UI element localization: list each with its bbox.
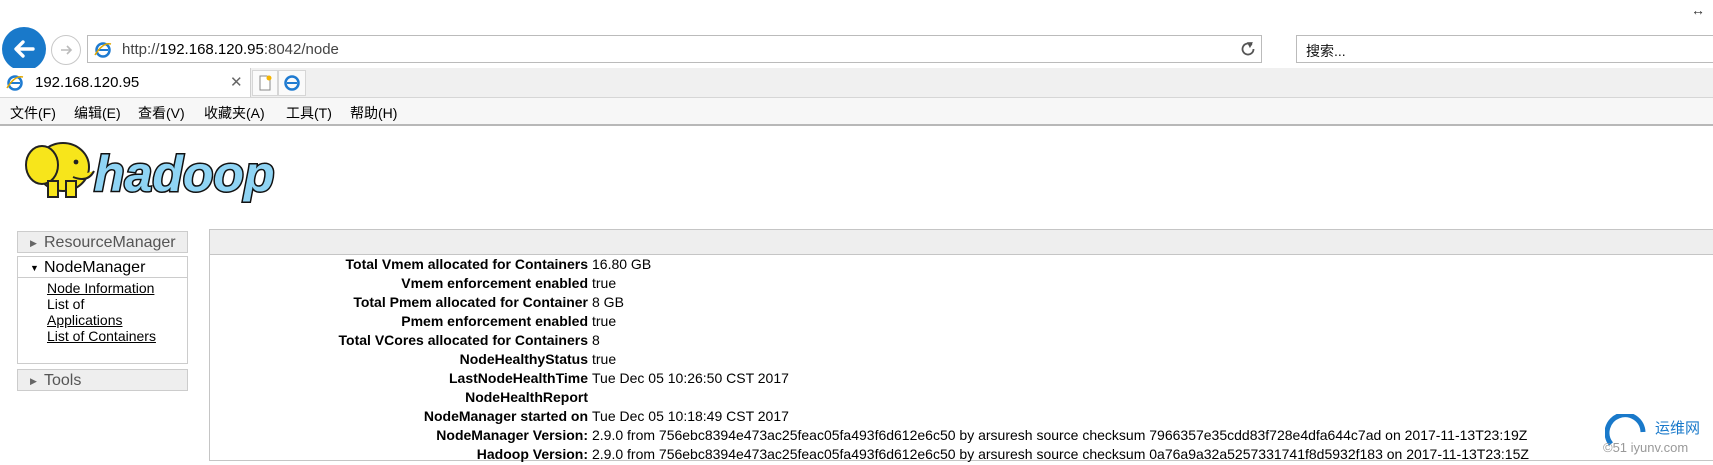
info-row: Total Vmem allocated for Containers 16.80… <box>210 256 1713 275</box>
watermark-subtext: ©51 iyunv.com <box>1603 440 1689 455</box>
address-bar[interactable]: http://192.168.120.95:8042/node ▼ <box>87 35 1262 63</box>
sidebar-item-label: Tools <box>44 372 82 389</box>
sidebar-item-resourcemanager[interactable]: ▶ ResourceManager <box>17 231 188 253</box>
node-info-panel: Total Vmem allocated for Containers 16.80… <box>209 229 1713 462</box>
info-row-key: NodeManager Version: <box>436 427 588 443</box>
info-row-key: Total VCores allocated for Containers <box>338 332 588 348</box>
info-row-value: true <box>592 351 617 367</box>
tab-close-icon[interactable]: ✕ <box>230 73 243 91</box>
info-row: LastNodeHealthTime Tue Dec 05 10:26:50 CS… <box>210 370 1713 389</box>
info-row-key: NodeHealthyStatus <box>459 351 588 367</box>
ie-tab-icon <box>6 75 24 91</box>
info-row-key: NodeManager started on <box>423 408 588 424</box>
info-row: NodeManager Version: 2.9.0 from 756ebc839… <box>210 427 1713 446</box>
back-arrow-icon <box>14 40 35 58</box>
info-row-key: NodeHealthReport <box>465 389 588 405</box>
info-row-key: LastNodeHealthTime <box>449 370 588 386</box>
info-row-value: true <box>592 313 617 329</box>
info-row: Total VCores allocated for Containers 8 <box>210 332 1713 351</box>
collapsed-arrow-icon: ▶ <box>30 376 37 386</box>
info-row: Pmem enforcement enabled true <box>210 313 1713 332</box>
new-tab-icon <box>259 75 272 91</box>
tab-bar: 192.168.120.95 ✕ <box>0 68 1713 98</box>
info-row-value: Tue Dec 05 10:18:49 CST 2017 <box>592 408 789 424</box>
link-list-of-applications-2[interactable]: Applications <box>47 312 123 329</box>
tab-title: 192.168.120.95 <box>35 74 140 91</box>
link-list-of-applications[interactable]: List of <box>47 296 84 313</box>
sidebar-nav: ▶ ResourceManager ▼ NodeManager Node Inf… <box>17 231 188 391</box>
info-row: NodeManager started on Tue Dec 05 10:18:4… <box>210 408 1713 427</box>
info-row-value: Tue Dec 05 10:26:50 CST 2017 <box>592 370 789 386</box>
ie-icon <box>94 42 112 58</box>
browser-toolbar: http://192.168.120.95:8042/node ▼ 搜索... … <box>0 0 1713 71</box>
info-row-value: 16.80 GB <box>592 256 652 272</box>
ie-logo-icon <box>284 75 300 91</box>
menu-tools[interactable]: 工具(T) <box>286 103 332 123</box>
sidebar-item-nodemanager[interactable]: ▼ NodeManager <box>17 256 188 278</box>
info-row: Hadoop Version: 2.9.0 from 756ebc8394e473… <box>210 446 1713 465</box>
menu-favorites[interactable]: 收藏夹(A) <box>204 103 265 123</box>
forward-arrow-icon <box>61 45 73 55</box>
info-row: NodeHealthyStatus true <box>210 351 1713 370</box>
watermark-text: 运维网 <box>1655 420 1701 437</box>
address-url: http://192.168.120.95:8042/node <box>122 41 339 58</box>
sidebar-item-tools[interactable]: ▶ Tools <box>17 369 188 391</box>
menu-bar: 文件(F) 编辑(E) 查看(V) 收藏夹(A) 工具(T) 帮助(H) <box>0 98 1713 126</box>
info-row-key: Hadoop Version: <box>476 446 588 462</box>
info-row-value: 8 <box>592 332 600 348</box>
info-row-key: Total Vmem allocated for Containers <box>345 256 588 272</box>
sidebar-item-label: ResourceManager <box>44 234 176 251</box>
info-row-value: true <box>592 275 617 291</box>
tab-active[interactable]: 192.168.120.95 ✕ <box>0 68 251 97</box>
watermark: 运维网 ©51 iyunv.com <box>1603 412 1713 461</box>
menu-file[interactable]: 文件(F) <box>10 103 56 123</box>
new-tab-button[interactable] <box>252 70 278 96</box>
back-button[interactable] <box>2 27 46 71</box>
refresh-icon <box>1241 42 1255 56</box>
refresh-button[interactable] <box>1234 37 1262 61</box>
search-placeholder: 搜索... <box>1306 43 1346 59</box>
nodemanager-links: Node Information List of Applications Li… <box>17 278 188 364</box>
info-row: Total Pmem allocated for Container 8 GB <box>210 294 1713 313</box>
resize-icon[interactable]: ↔ <box>1691 2 1705 18</box>
search-box[interactable]: 搜索... <box>1296 35 1713 63</box>
sidebar-item-label: NodeManager <box>44 259 146 276</box>
logo-text: hadoop <box>94 146 275 202</box>
info-row: NodeHealthReport <box>210 389 1713 408</box>
elephant-icon <box>25 142 95 198</box>
ie-quick-tab[interactable] <box>278 70 306 96</box>
info-row-key: Vmem enforcement enabled <box>401 275 588 291</box>
expanded-arrow-icon: ▼ <box>30 263 39 273</box>
forward-button[interactable] <box>51 35 81 65</box>
info-row-value: 2.9.0 from 756ebc8394e473ac25feac05fa493… <box>592 427 1528 443</box>
hadoop-logo: hadoop <box>25 142 276 204</box>
info-row-value: 8 GB <box>592 294 624 310</box>
info-row-value: 2.9.0 from 756ebc8394e473ac25feac05fa493… <box>592 446 1529 462</box>
info-row: Vmem enforcement enabled true <box>210 275 1713 294</box>
link-node-information[interactable]: Node Information <box>47 280 154 297</box>
panel-header <box>210 230 1713 255</box>
menu-edit[interactable]: 编辑(E) <box>74 103 121 123</box>
info-row-key: Total Pmem allocated for Container <box>353 294 588 310</box>
collapsed-arrow-icon: ▶ <box>30 238 37 248</box>
menu-view[interactable]: 查看(V) <box>138 103 185 123</box>
menu-help[interactable]: 帮助(H) <box>350 103 397 123</box>
link-list-of-containers[interactable]: List of Containers <box>47 328 156 345</box>
info-row-key: Pmem enforcement enabled <box>401 313 588 329</box>
